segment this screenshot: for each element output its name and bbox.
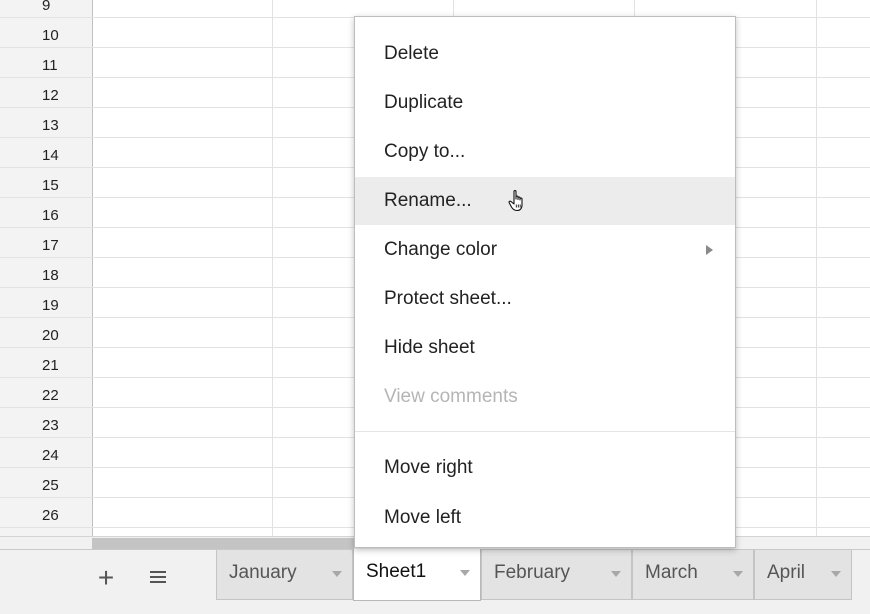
row-number[interactable]: 26 [0, 505, 92, 527]
row-number[interactable]: 17 [0, 235, 92, 257]
row-number[interactable]: 19 [0, 295, 92, 317]
menu-item-move-right[interactable]: Move right [355, 444, 735, 492]
menu-item-move-left[interactable]: Move left [355, 494, 735, 542]
menu-item-label: Protect sheet... [384, 288, 512, 309]
row-number[interactable]: 23 [0, 415, 92, 437]
row-header-column: 9 10 11 12 13 14 15 16 17 18 19 20 21 22… [0, 0, 93, 536]
row-number[interactable]: 12 [0, 85, 92, 107]
menu-item-view-comments: View comments [355, 373, 735, 421]
menu-item-copy-to[interactable]: Copy to... [355, 128, 735, 176]
menu-separator [355, 431, 735, 432]
triangle-right-icon [706, 245, 713, 255]
row-number[interactable]: 16 [0, 205, 92, 227]
row-number[interactable]: 24 [0, 445, 92, 467]
column-gridline [272, 0, 273, 536]
sheet-tab-label: February [494, 562, 571, 583]
sheet-tab-label: January [229, 562, 297, 583]
chevron-down-icon[interactable] [611, 571, 621, 577]
sheet-context-menu: Delete Duplicate Copy to... Rename... Ch… [354, 16, 736, 548]
sheet-tab-march[interactable]: March [632, 550, 754, 600]
row-number[interactable]: 18 [0, 265, 92, 287]
chevron-down-icon[interactable] [460, 570, 470, 576]
row-number[interactable]: 15 [0, 175, 92, 197]
sheet-tab-label: Sheet1 [366, 561, 427, 582]
menu-item-duplicate[interactable]: Duplicate [355, 79, 735, 127]
menu-item-label: Delete [384, 43, 439, 64]
menu-item-label: Duplicate [384, 92, 464, 113]
menu-item-label: Move right [384, 457, 473, 478]
sheet-tab-february[interactable]: February [481, 550, 632, 600]
plus-icon: + [97, 562, 115, 593]
sheet-tab-label: April [767, 562, 806, 583]
menu-item-label: Rename... [384, 190, 472, 211]
chevron-down-icon[interactable] [733, 571, 743, 577]
sheet-tab-label: March [645, 562, 698, 583]
chevron-down-icon[interactable] [332, 571, 342, 577]
menu-item-label: Copy to... [384, 141, 466, 162]
menu-item-protect-sheet[interactable]: Protect sheet... [355, 275, 735, 323]
chevron-down-icon[interactable] [831, 571, 841, 577]
sheet-tab-bar: + January Sheet1 February March April [0, 549, 870, 614]
row-number[interactable]: 11 [0, 55, 92, 77]
menu-item-hide-sheet[interactable]: Hide sheet [355, 324, 735, 372]
sheet-tab-january[interactable]: January [216, 550, 353, 600]
row-number[interactable]: 21 [0, 355, 92, 377]
scrollbar-corner [0, 536, 92, 550]
row-number[interactable]: 25 [0, 475, 92, 497]
row-number[interactable]: 20 [0, 325, 92, 347]
row-number[interactable]: 9 [0, 0, 92, 17]
menu-item-label: View comments [384, 386, 518, 407]
row-number[interactable]: 14 [0, 145, 92, 167]
menu-item-label: Move left [384, 507, 462, 528]
menu-item-rename[interactable]: Rename... [355, 177, 735, 225]
sheet-tab-april[interactable]: April [754, 550, 852, 600]
all-sheets-button[interactable] [148, 568, 168, 588]
add-sheet-button[interactable]: + [94, 562, 118, 593]
menu-item-label: Change color [384, 239, 498, 260]
hand-pointer-icon [508, 190, 523, 212]
sheet-tab-sheet1[interactable]: Sheet1 [353, 549, 481, 601]
row-number[interactable]: 13 [0, 115, 92, 137]
menu-item-label: Hide sheet [384, 337, 475, 358]
row-number[interactable]: 10 [0, 25, 92, 47]
column-gridline [816, 0, 817, 536]
menu-item-change-color[interactable]: Change color [355, 226, 735, 274]
scrollbar-thumb[interactable] [92, 538, 354, 549]
menu-item-delete[interactable]: Delete [355, 30, 735, 78]
row-number[interactable]: 22 [0, 385, 92, 407]
